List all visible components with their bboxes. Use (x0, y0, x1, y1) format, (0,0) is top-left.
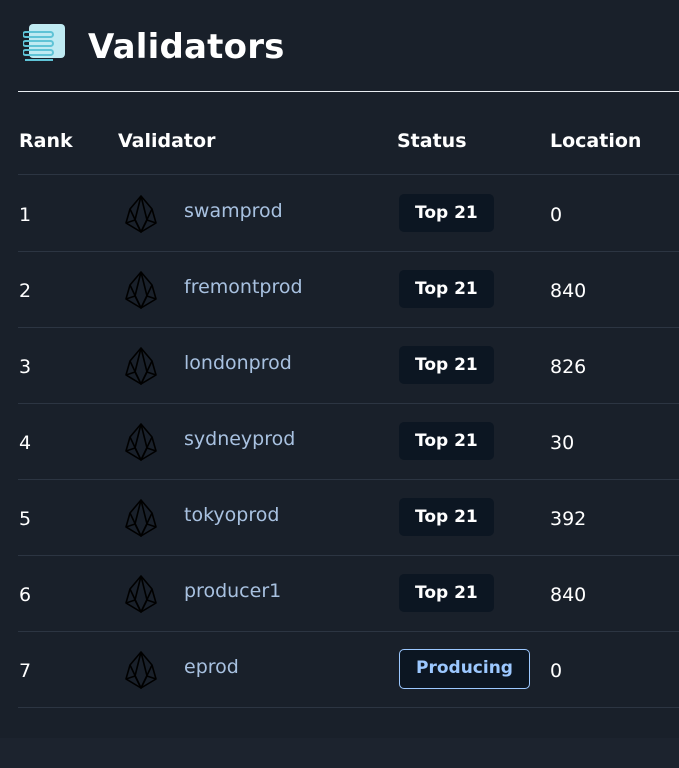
table-row[interactable]: 5 tokyoprod Top 21 392 (18, 479, 679, 556)
page-title: Validators (88, 27, 285, 67)
validator-name-link[interactable]: eprod (184, 654, 239, 680)
validator-name-link[interactable]: tokyoprod (184, 502, 279, 528)
rank-cell: 4 (19, 432, 32, 454)
location-cell: 0 (550, 204, 563, 226)
eos-logo-icon (125, 574, 157, 614)
column-header-status[interactable]: Status (397, 128, 467, 154)
validator-name-link[interactable]: swamprod (184, 198, 283, 224)
location-cell: 0 (550, 660, 563, 682)
table-row[interactable]: 4 sydneyprod Top 21 30 (18, 403, 679, 480)
validators-panel: Validators Rank Validator Status Locatio… (0, 0, 679, 738)
header-divider (18, 91, 679, 92)
validator-name-link[interactable]: sydneyprod (184, 426, 295, 452)
location-cell: 30 (550, 432, 575, 454)
rank-cell: 5 (19, 508, 32, 530)
eos-logo-icon (125, 270, 157, 310)
location-cell: 840 (550, 280, 587, 302)
status-badge: Top 21 (399, 346, 494, 384)
eos-logo-icon (125, 346, 157, 386)
eos-logo-icon (125, 422, 157, 462)
header: Validators (0, 0, 679, 92)
status-badge: Top 21 (399, 270, 494, 308)
eos-logo-icon (125, 194, 157, 234)
column-header-rank[interactable]: Rank (19, 128, 73, 154)
location-cell: 392 (550, 508, 587, 530)
location-cell: 826 (550, 356, 587, 378)
server-list-icon (22, 24, 67, 64)
location-cell: 840 (550, 584, 587, 606)
table-row[interactable]: 7 eprod Producing 0 (18, 631, 679, 708)
validator-name-link[interactable]: londonprod (184, 350, 292, 376)
status-badge: Top 21 (399, 422, 494, 460)
table-row[interactable]: 3 londonprod Top 21 826 (18, 327, 679, 404)
table-row[interactable]: 1 swamprod Top 21 0 (18, 175, 679, 252)
validator-name-link[interactable]: fremontprod (184, 274, 303, 300)
status-badge: Top 21 (399, 194, 494, 232)
status-badge: Producing (399, 649, 530, 689)
table-row[interactable]: 2 fremontprod Top 21 840 (18, 251, 679, 328)
eos-logo-icon (125, 650, 157, 690)
rank-cell: 1 (19, 204, 32, 226)
footer-strip (0, 738, 679, 768)
validator-name-link[interactable]: producer1 (184, 578, 281, 604)
table-row[interactable]: 6 producer1 Top 21 840 (18, 555, 679, 632)
eos-logo-icon (125, 498, 157, 538)
rank-cell: 2 (19, 280, 32, 302)
status-badge: Top 21 (399, 498, 494, 536)
column-header-validator[interactable]: Validator (118, 128, 215, 154)
column-header-location[interactable]: Location (550, 128, 641, 154)
status-badge: Top 21 (399, 574, 494, 612)
rank-cell: 6 (19, 584, 32, 606)
rank-cell: 3 (19, 356, 32, 378)
rank-cell: 7 (19, 660, 32, 682)
